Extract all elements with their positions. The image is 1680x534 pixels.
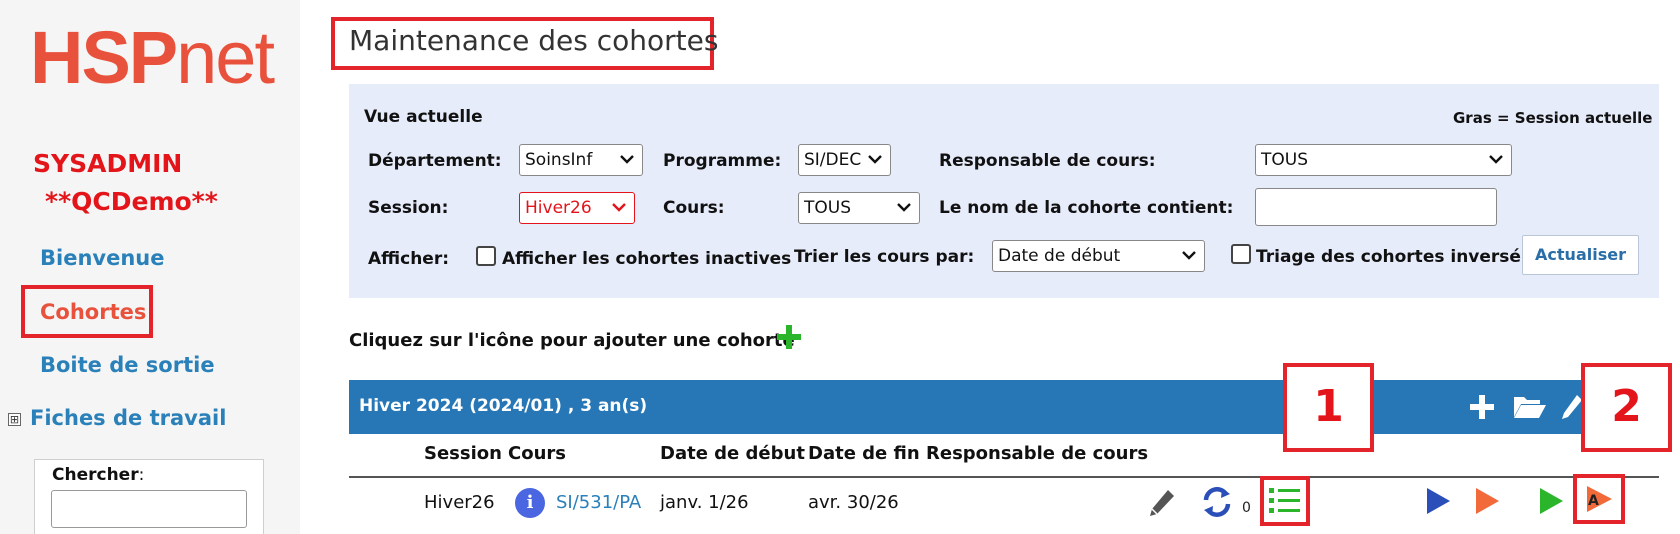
chevron-down-icon: [612, 203, 626, 212]
column-course-lead: Responsable de cours: [926, 443, 1149, 464]
column-session: Session: [424, 443, 502, 464]
cell-session: Hiver26: [424, 492, 495, 513]
program-select[interactable]: SI/DEC: [798, 144, 891, 176]
search-label: Chercher:: [52, 465, 145, 485]
course-lead-select[interactable]: TOUS: [1255, 144, 1512, 176]
add-plus-icon[interactable]: [1469, 394, 1495, 420]
sort-label: Trier les cours par:: [794, 247, 975, 267]
show-label: Afficher:: [368, 249, 450, 269]
chevron-down-icon: [1489, 155, 1503, 164]
chevron-down-icon: [620, 155, 634, 164]
nav-worksheets[interactable]: Fiches de travail: [30, 404, 226, 432]
column-end-date: Date de fin: [808, 443, 920, 464]
play-green-icon[interactable]: [1537, 486, 1565, 516]
cell-course-link[interactable]: SI/531/PA: [556, 492, 641, 513]
update-button[interactable]: Actualiser: [1522, 235, 1639, 275]
hspnet-logo[interactable]: HSPnet: [30, 18, 275, 98]
database-name: **QCDemo**: [45, 187, 218, 216]
department-label: Département:: [368, 151, 502, 171]
page-title: Maintenance des cohortes: [349, 24, 719, 57]
sync-count: 0: [1242, 500, 1251, 516]
cell-end-date: avr. 30/26: [808, 492, 899, 513]
sync-refresh-icon[interactable]: [1200, 485, 1234, 519]
svg-text:A: A: [1588, 493, 1599, 509]
department-select[interactable]: SoinsInf: [519, 144, 643, 176]
search-input[interactable]: [51, 490, 247, 528]
course-label: Cours:: [663, 198, 725, 218]
filter-heading: Vue actuelle: [364, 107, 483, 127]
session-label: Session:: [368, 198, 449, 218]
program-label: Programme:: [663, 151, 782, 171]
course-select[interactable]: TOUS: [798, 192, 920, 224]
callout-2: 2: [1581, 363, 1672, 452]
add-cohort-text: Cliquez sur l'icône pour ajouter une coh…: [349, 330, 795, 351]
folder-open-icon[interactable]: [1513, 393, 1547, 419]
search-panel: Chercher:: [34, 459, 264, 534]
session-select[interactable]: Hiver26: [519, 192, 635, 224]
name-contains-input[interactable]: [1255, 188, 1497, 226]
info-icon[interactable]: i: [515, 488, 545, 518]
list-icon[interactable]: [1268, 485, 1302, 517]
reverse-sort-checkbox[interactable]: [1231, 244, 1251, 264]
cohort-group-title: Hiver 2024 (2024/01) , 3 an(s): [359, 396, 648, 416]
pencil-edit-icon[interactable]: [1148, 488, 1176, 518]
column-start-date: Date de début: [660, 443, 805, 464]
expand-icon[interactable]: ⊞: [8, 413, 21, 426]
legend: Gras = Session actuelle: [1453, 109, 1653, 127]
pencil-edit-icon[interactable]: [1561, 393, 1583, 421]
table-row: [349, 478, 1659, 534]
inactive-label: Afficher les cohortes inactives: [502, 249, 792, 269]
sidebar: HSPnet SYSADMIN **QCDemo** Bienvenue Coh…: [0, 0, 300, 534]
sort-select[interactable]: Date de début: [992, 240, 1205, 272]
add-cohort-plus-icon[interactable]: [775, 323, 803, 351]
reverse-sort-label: Triage des cohortes inversé: [1256, 247, 1521, 267]
column-course: Cours: [508, 443, 566, 464]
nav-welcome[interactable]: Bienvenue: [40, 244, 164, 272]
inactive-checkbox[interactable]: [476, 246, 496, 266]
play-a-icon[interactable]: A: [1584, 484, 1614, 514]
chevron-down-icon: [868, 155, 882, 164]
user-role: SYSADMIN: [33, 149, 183, 178]
callout-1: 1: [1283, 363, 1374, 452]
chevron-down-icon: [1182, 251, 1196, 260]
nav-cohorts[interactable]: Cohortes: [40, 298, 146, 326]
course-lead-label: Responsable de cours:: [939, 151, 1156, 171]
nav-outbox[interactable]: Boite de sortie: [40, 351, 215, 379]
name-contains-label: Le nom de la cohorte contient:: [939, 198, 1234, 218]
play-orange-icon[interactable]: [1473, 486, 1501, 516]
cell-start-date: janv. 1/26: [660, 492, 749, 513]
chevron-down-icon: [897, 203, 911, 212]
play-blue-icon[interactable]: [1424, 486, 1452, 516]
